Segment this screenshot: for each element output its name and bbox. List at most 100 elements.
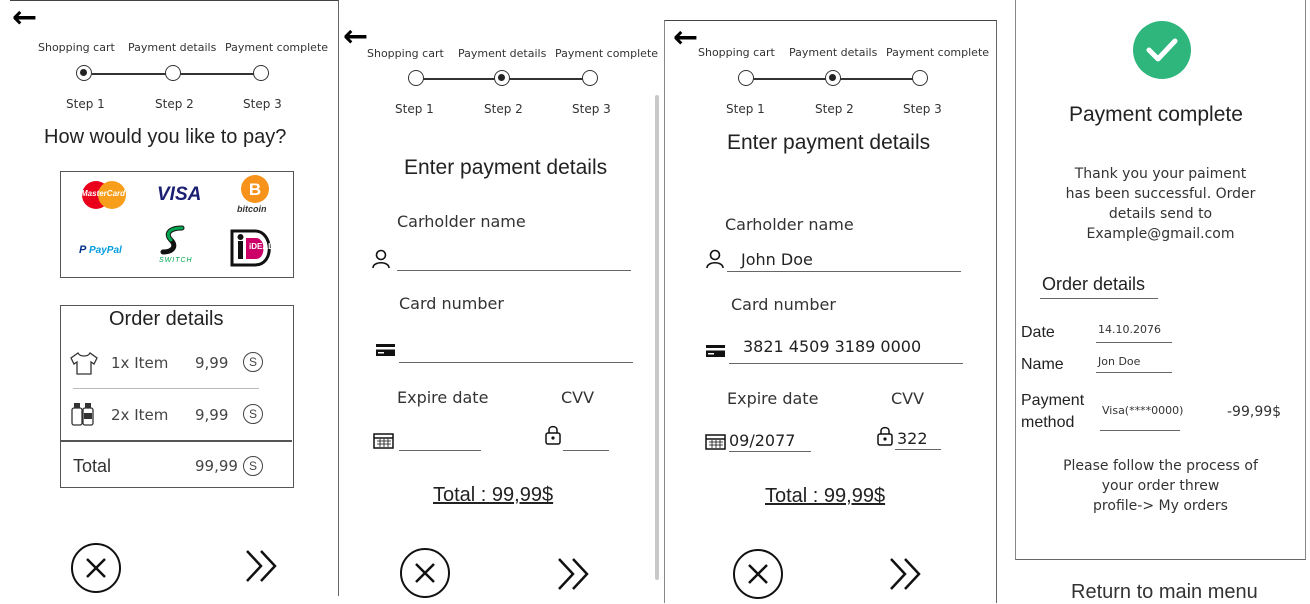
cardholder-name-value[interactable]: John Doe <box>741 250 813 269</box>
cancel-button[interactable] <box>733 549 783 599</box>
next-button[interactable] <box>887 554 927 594</box>
visa-option[interactable]: VISA <box>157 184 201 206</box>
cvv-field[interactable] <box>895 449 941 450</box>
back-arrow-icon[interactable]: ← <box>673 23 698 53</box>
return-main-menu-button[interactable]: Return to main menu <box>1071 581 1258 604</box>
page-title: Enter payment details <box>727 131 931 154</box>
switch-label: SWITCH <box>159 257 193 264</box>
payment-method-label-line: Payment <box>1021 392 1085 409</box>
user-icon <box>706 249 724 269</box>
close-icon <box>86 558 106 578</box>
total-label: Total <box>73 456 112 476</box>
payment-method-value: Visa(****0000) <box>1102 404 1184 417</box>
expire-date-field[interactable] <box>399 450 481 451</box>
step-label-3: Step 3 <box>572 102 611 116</box>
back-arrow-icon[interactable]: ← <box>343 22 368 52</box>
total-amount: Total : 99,99$ <box>765 485 886 507</box>
shirt-icon <box>70 352 98 375</box>
cardholder-label: Carholder name <box>725 215 854 234</box>
scrollbar[interactable] <box>655 95 659 580</box>
cancel-button[interactable] <box>400 548 450 598</box>
success-check-icon <box>1133 21 1191 79</box>
step-name-1: Shopping cart <box>367 47 444 60</box>
expire-date-label: Expire date <box>727 389 819 408</box>
order-details-panel: Order details 1x Item 9,99 S 2x Item 9,9… <box>60 305 294 488</box>
card-number-label: Card number <box>731 295 836 314</box>
step-name-1: Shopping cart <box>38 41 115 54</box>
card-number-field[interactable] <box>399 362 633 363</box>
page-title: How would you like to pay? <box>44 126 287 148</box>
page-title: Enter payment details <box>404 156 608 179</box>
message-line: Thank you your paiment <box>1074 166 1247 182</box>
step-name-1: Shopping cart <box>698 46 775 59</box>
order-details-title: Order details <box>1042 274 1146 294</box>
back-arrow-icon[interactable]: ← <box>12 3 37 33</box>
follow-instructions: Please follow the process of your order … <box>1016 456 1305 516</box>
step-name-3: Payment complete <box>555 47 659 60</box>
step-2-indicator <box>825 70 841 86</box>
cvv-field[interactable] <box>563 450 609 451</box>
ideal-label: iDEAL <box>249 242 273 251</box>
item-label: 2x Item <box>111 406 169 424</box>
name-underline <box>1096 372 1172 373</box>
svg-text:B: B <box>249 180 261 199</box>
next-button[interactable] <box>243 546 283 586</box>
step-label-1: Step 1 <box>66 97 105 111</box>
ideal-option[interactable]: iDEAL <box>229 228 277 268</box>
card-number-value[interactable]: 3821 4509 3189 0000 <box>743 337 921 356</box>
step-2-indicator <box>165 65 181 81</box>
payment-amount: -99,99$ <box>1227 404 1282 420</box>
mastercard-label: MasterCard <box>81 189 126 198</box>
step-name-3: Payment complete <box>886 46 990 59</box>
follow-line: your order threw <box>1101 478 1220 494</box>
switch-option[interactable]: SWITCH <box>155 224 199 270</box>
bottles-icon <box>71 403 94 426</box>
card-number-field[interactable] <box>729 363 963 364</box>
total-value: 99,99 <box>195 457 238 475</box>
step-1-indicator <box>738 70 754 86</box>
paypal-logo-icon: P <box>79 244 89 256</box>
cardholder-label: Carholder name <box>397 212 526 231</box>
expire-date-value[interactable]: 09/2077 <box>729 431 795 450</box>
cardholder-name-field[interactable] <box>727 271 961 272</box>
order-details-underline <box>1040 298 1158 299</box>
step-label-1: Step 1 <box>726 102 765 116</box>
paypal-option[interactable]: P PayPal <box>79 240 122 258</box>
cvv-label: CVV <box>561 388 595 407</box>
expire-date-field[interactable] <box>729 451 811 452</box>
lock-icon <box>877 426 893 446</box>
screen-payment-method: ← Shopping cart Payment details Payment … <box>10 0 339 596</box>
step-label-3: Step 3 <box>903 102 942 116</box>
payment-method-underline <box>1100 430 1180 431</box>
double-chevron-right-icon <box>890 558 921 590</box>
currency-icon: S <box>243 352 263 372</box>
paypal-label: PayPal <box>89 245 122 256</box>
list-item: 2x Item 9,99 S <box>61 396 295 436</box>
payment-methods-grid: MasterCard VISA B bitcoin P PayPal SWITC… <box>60 171 294 278</box>
step-2-indicator <box>494 70 510 86</box>
bitcoin-option[interactable]: B bitcoin <box>235 174 275 218</box>
cancel-button[interactable] <box>71 543 121 593</box>
cardholder-name-field[interactable] <box>397 270 631 271</box>
name-value: Jon Doe <box>1098 355 1141 368</box>
step-label-2: Step 2 <box>155 97 194 111</box>
switch-logo-icon <box>160 225 185 255</box>
follow-line: Please follow the process of <box>1063 458 1258 474</box>
next-button[interactable] <box>555 554 595 594</box>
cvv-value[interactable]: 322 <box>897 429 928 448</box>
mastercard-option[interactable]: MasterCard <box>79 180 129 210</box>
expire-date-label: Expire date <box>397 388 489 407</box>
step-name-2: Payment details <box>128 41 217 54</box>
list-item: 1x Item 9,99 S <box>61 344 295 384</box>
close-icon <box>748 564 768 584</box>
screen-payment-details-filled: ← Shopping cart Payment details Payment … <box>664 20 997 603</box>
page-title: Payment complete <box>1069 103 1243 126</box>
step-3-indicator <box>582 70 598 86</box>
item-label: 1x Item <box>111 354 169 372</box>
bitcoin-label: bitcoin <box>237 204 267 214</box>
date-underline <box>1096 342 1172 343</box>
payment-method-label: Payment method <box>1021 390 1084 434</box>
item-divider <box>73 388 259 389</box>
step-name-2: Payment details <box>458 47 547 60</box>
currency-icon: S <box>243 404 263 424</box>
